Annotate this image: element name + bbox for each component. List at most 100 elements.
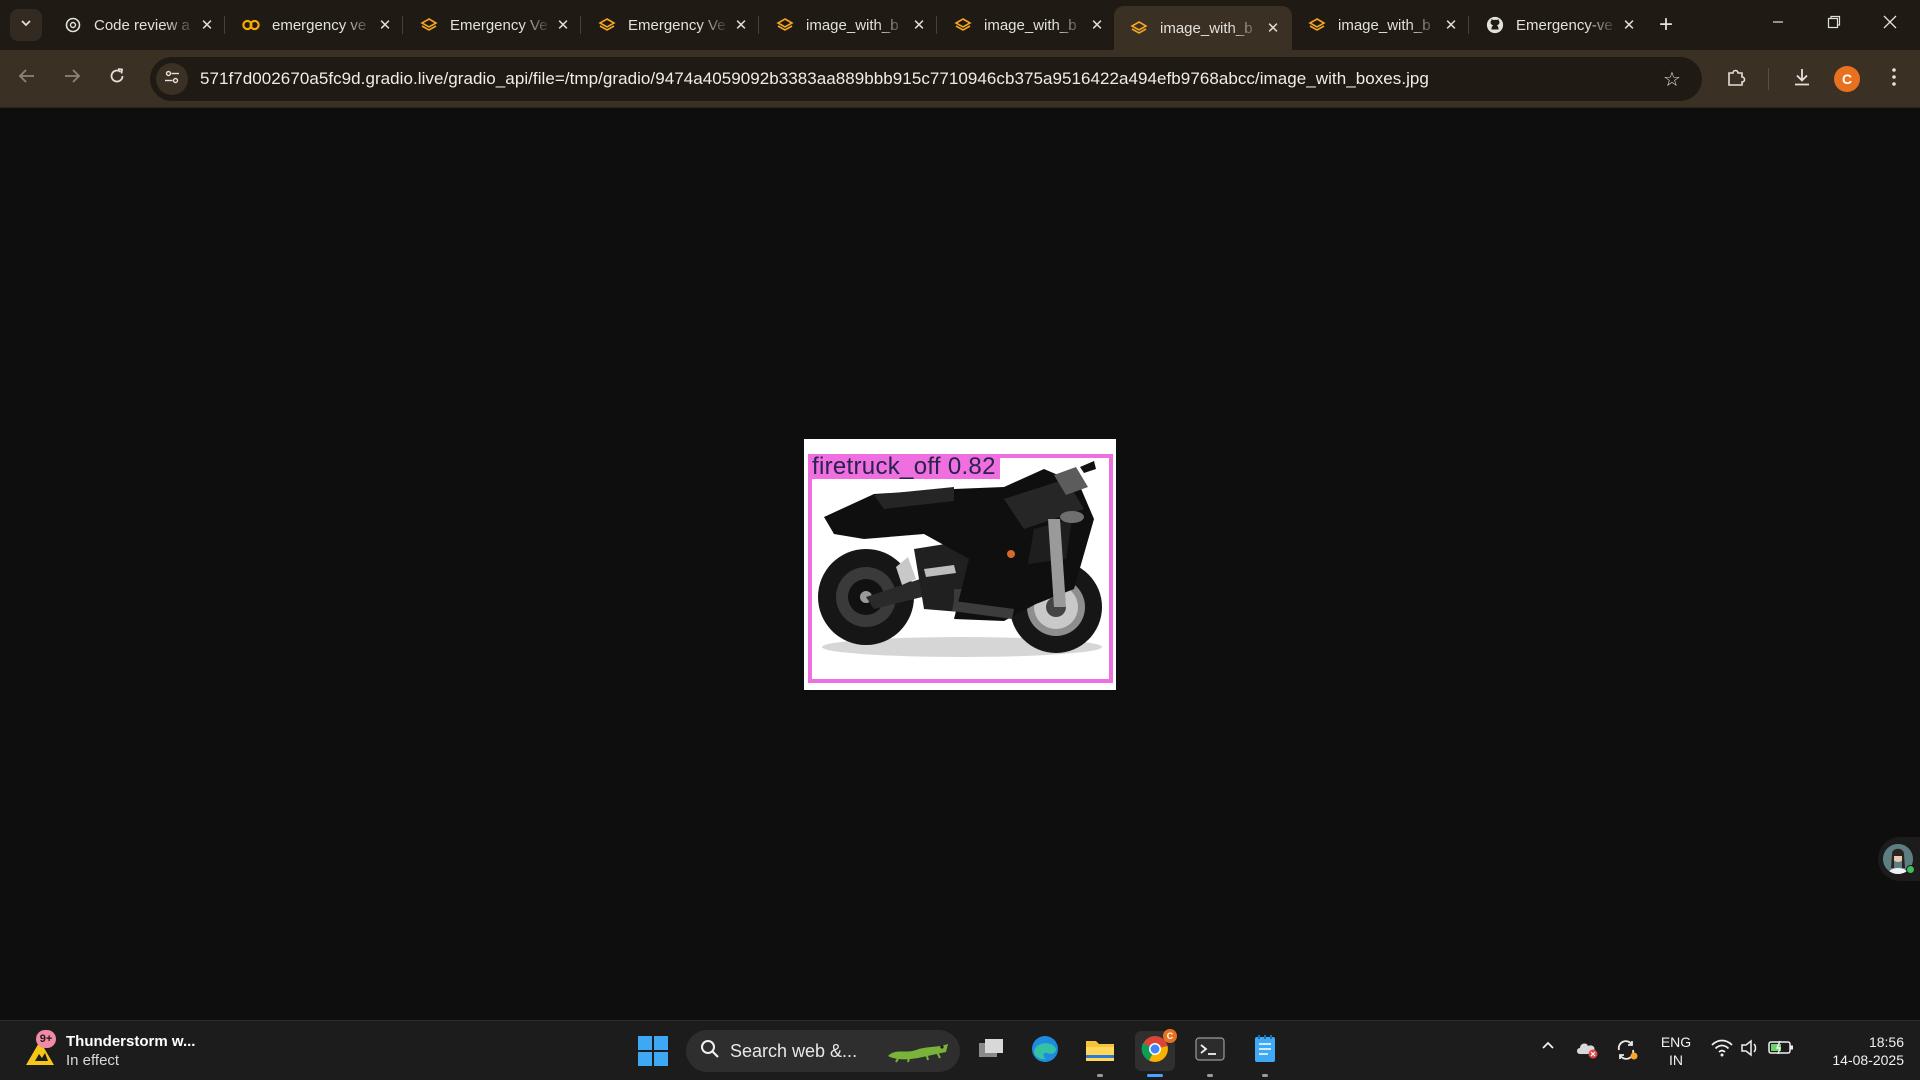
chevron-down-icon [19,16,33,35]
tab-title: image_with_b [806,16,899,34]
close-icon[interactable]: ✕ [908,14,930,36]
reload-button[interactable] [101,63,133,95]
start-button[interactable] [638,1036,668,1066]
show-hidden-icons-button[interactable] [1536,1039,1560,1058]
detection-image: firetruck_off 0.82 [804,439,1116,690]
back-button[interactable] [11,63,43,95]
reload-icon [108,67,126,91]
arrow-right-icon [63,67,81,91]
forward-button[interactable] [56,63,88,95]
tune-icon [164,69,180,90]
openai-icon [64,16,82,34]
close-icon[interactable]: ✕ [1262,17,1284,39]
taskbar-notepad[interactable] [1245,1031,1285,1077]
online-status-dot [1906,865,1915,874]
windows-logo-icon [638,1036,652,1050]
tray-onedrive[interactable] [1574,1039,1600,1064]
taskbar-edge[interactable] [1025,1031,1065,1071]
weather-subtitle: In effect [66,1052,120,1069]
tab-search-button[interactable] [10,9,42,41]
browser-tab[interactable]: image_with_b ✕ [938,6,1116,44]
browser-tab[interactable]: image_with_b ✕ [1292,6,1470,44]
input-language-indicator[interactable]: ENG IN [1658,1033,1694,1069]
plus-icon: + [1658,11,1673,38]
clock-time: 18:56 [1868,1034,1904,1050]
windows-taskbar: 9+ Thunderstorm w... In effect Search we… [0,1020,1920,1080]
download-icon [1791,66,1813,93]
search-icon [700,1039,720,1064]
folder-icon [1084,1035,1116,1068]
tab-title: image_with_b [1160,19,1253,37]
tab-divider [580,16,581,34]
tray-update[interactable] [1614,1039,1640,1066]
browser-toolbar: 571f7d002670a5fc9d.gradio.live/gradio_ap… [0,50,1920,108]
tab-title: image_with_b [1338,16,1431,34]
system-clock[interactable]: 18:56 14-08-2025 [1812,1033,1904,1069]
site-info-button[interactable] [156,63,188,95]
task-view-icon [977,1037,1005,1066]
gecko-doodle-icon [888,1044,948,1063]
close-icon[interactable]: ✕ [374,14,396,36]
battery-charging-icon [1768,1039,1794,1060]
terminal-icon [1195,1036,1225,1067]
profile-badge: C [1163,1029,1177,1043]
downloads-button[interactable] [1786,63,1818,95]
layers-icon [776,16,794,34]
puzzle-icon [1725,66,1747,93]
browser-tab[interactable]: image_with_b ✕ [760,6,938,44]
browser-tab[interactable]: Code review a ✕ [48,6,226,44]
extensions-button[interactable] [1720,63,1752,95]
profile-avatar[interactable]: C [1834,66,1860,92]
address-bar[interactable]: 571f7d002670a5fc9d.gradio.live/gradio_ap… [150,57,1702,101]
taskbar-file-explorer[interactable] [1080,1031,1120,1077]
tab-divider [936,16,937,34]
close-icon[interactable]: ✕ [1086,14,1108,36]
close-icon [1883,15,1897,34]
weather-warning-icon: 9+ [22,1030,58,1069]
taskbar-task-view[interactable] [971,1031,1011,1071]
star-icon: ☆ [1663,68,1681,91]
browser-tab[interactable]: Emergency Ve ✕ [582,6,760,44]
taskbar-terminal[interactable] [1190,1031,1230,1077]
new-tab-button[interactable]: + [1651,10,1681,40]
taskbar-chrome[interactable]: C [1135,1029,1177,1077]
browser-tab[interactable]: emergency ve ✕ [226,6,404,44]
edge-icon [1030,1034,1060,1069]
bookmark-button[interactable]: ☆ [1660,67,1684,91]
speaker-icon [1740,1039,1760,1062]
close-icon[interactable]: ✕ [196,14,218,36]
detection-bounding-box [808,454,1113,683]
layers-icon [1130,19,1148,37]
restore-button[interactable] [1806,0,1862,48]
more-vert-icon [1891,67,1897,92]
close-icon[interactable]: ✕ [730,14,752,36]
close-window-button[interactable] [1862,0,1918,48]
tray-battery[interactable] [1766,1039,1796,1060]
tab-divider [758,16,759,34]
close-icon[interactable]: ✕ [1618,14,1640,36]
tray-network[interactable] [1710,1039,1734,1062]
floating-assistant-avatar[interactable] [1878,837,1920,881]
close-icon[interactable]: ✕ [1440,14,1462,36]
browser-tab-active[interactable]: image_with_b ✕ [1114,6,1292,50]
tab-title: Emergency-ve [1516,16,1613,34]
windows-logo-tile [654,1036,668,1050]
minimize-button[interactable] [1750,0,1806,48]
taskbar-search[interactable]: Search web &... [686,1030,960,1072]
arrow-left-icon [18,67,36,91]
language-code: ENG [1660,1034,1692,1050]
layers-icon [954,16,972,34]
browser-tab[interactable]: Emergency Ve ✕ [404,6,582,44]
tray-volume[interactable] [1738,1039,1762,1062]
menu-button[interactable] [1878,63,1910,95]
close-icon[interactable]: ✕ [552,14,574,36]
detection-label: firetruck_off 0.82 [808,454,1000,480]
minimize-icon [1772,15,1784,33]
tab-title: Emergency Ve [450,16,548,34]
restore-icon [1827,15,1841,34]
weather-widget[interactable]: 9+ Thunderstorm w... In effect [22,1029,222,1073]
url-text[interactable]: 571f7d002670a5fc9d.gradio.live/gradio_ap… [200,69,1429,89]
tab-title: Code review a [94,16,190,34]
layers-icon [420,16,438,34]
browser-tab[interactable]: Emergency-ve ✕ [1470,6,1648,44]
